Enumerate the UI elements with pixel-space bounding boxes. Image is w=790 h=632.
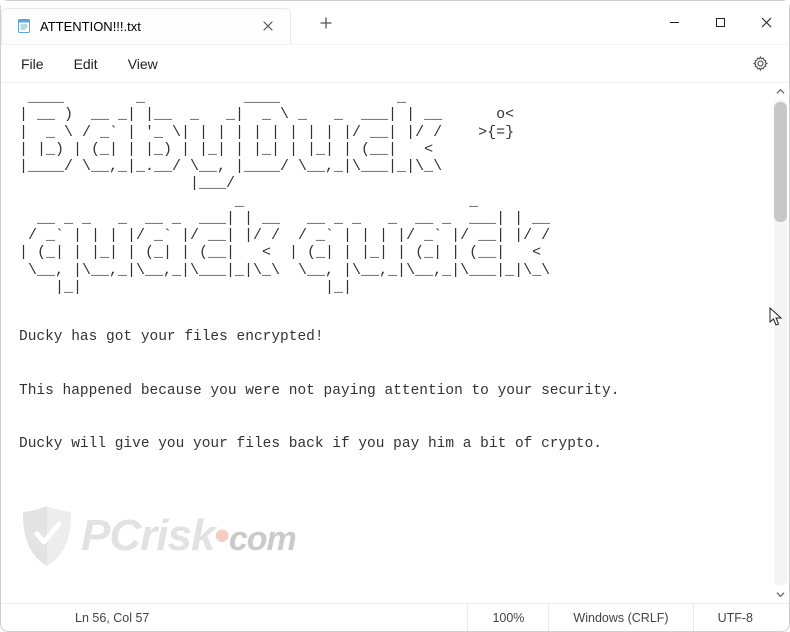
editor-text-area[interactable]: ____ _ ____ _ | __ ) __ _| |__ _ _| _ \ … xyxy=(1,83,761,603)
tabs-region: ATTENTION!!!.txt xyxy=(1,1,343,44)
notepad-icon xyxy=(16,18,32,34)
editor-viewport: ____ _ ____ _ | __ ) __ _| |__ _ _| _ \ … xyxy=(1,83,789,603)
statusbar: Ln 56, Col 57 100% Windows (CRLF) UTF-8 xyxy=(1,603,789,631)
window-controls xyxy=(651,1,789,44)
titlebar: ATTENTION!!!.txt xyxy=(1,1,789,45)
scrollbar-track[interactable] xyxy=(774,100,787,586)
menu-file[interactable]: File xyxy=(7,50,58,78)
scrollbar-thumb[interactable] xyxy=(774,102,787,222)
titlebar-drag-region[interactable] xyxy=(343,1,651,44)
tab-title: ATTENTION!!!.txt xyxy=(40,19,141,34)
msg-line-3: Ducky will give you your files back if y… xyxy=(19,436,602,452)
menubar: File Edit View xyxy=(1,45,789,83)
message-body: Ducky has got your files encrypted! This… xyxy=(19,324,761,458)
maximize-button[interactable] xyxy=(697,1,743,44)
msg-line-2: This happened because you were not payin… xyxy=(19,383,619,399)
menu-view[interactable]: View xyxy=(114,50,172,78)
scroll-down-button[interactable] xyxy=(772,586,789,603)
status-line-ending[interactable]: Windows (CRLF) xyxy=(548,604,692,631)
msg-line-1: Ducky has got your files encrypted! xyxy=(19,329,324,345)
ascii-art-block: ____ _ ____ _ | __ ) __ _| |__ _ _| _ \ … xyxy=(19,89,761,296)
settings-button[interactable] xyxy=(743,49,777,79)
tab-active[interactable]: ATTENTION!!!.txt xyxy=(1,8,291,44)
menu-edit[interactable]: Edit xyxy=(60,50,112,78)
vertical-scrollbar[interactable] xyxy=(772,83,789,603)
scroll-up-button[interactable] xyxy=(772,83,789,100)
status-encoding[interactable]: UTF-8 xyxy=(693,604,777,631)
status-cursor-position: Ln 56, Col 57 xyxy=(13,604,173,631)
tab-close-button[interactable] xyxy=(258,16,278,36)
minimize-button[interactable] xyxy=(651,1,697,44)
status-zoom[interactable]: 100% xyxy=(467,604,548,631)
window-close-button[interactable] xyxy=(743,1,789,44)
new-tab-button[interactable] xyxy=(309,6,343,40)
gear-icon xyxy=(752,55,769,72)
